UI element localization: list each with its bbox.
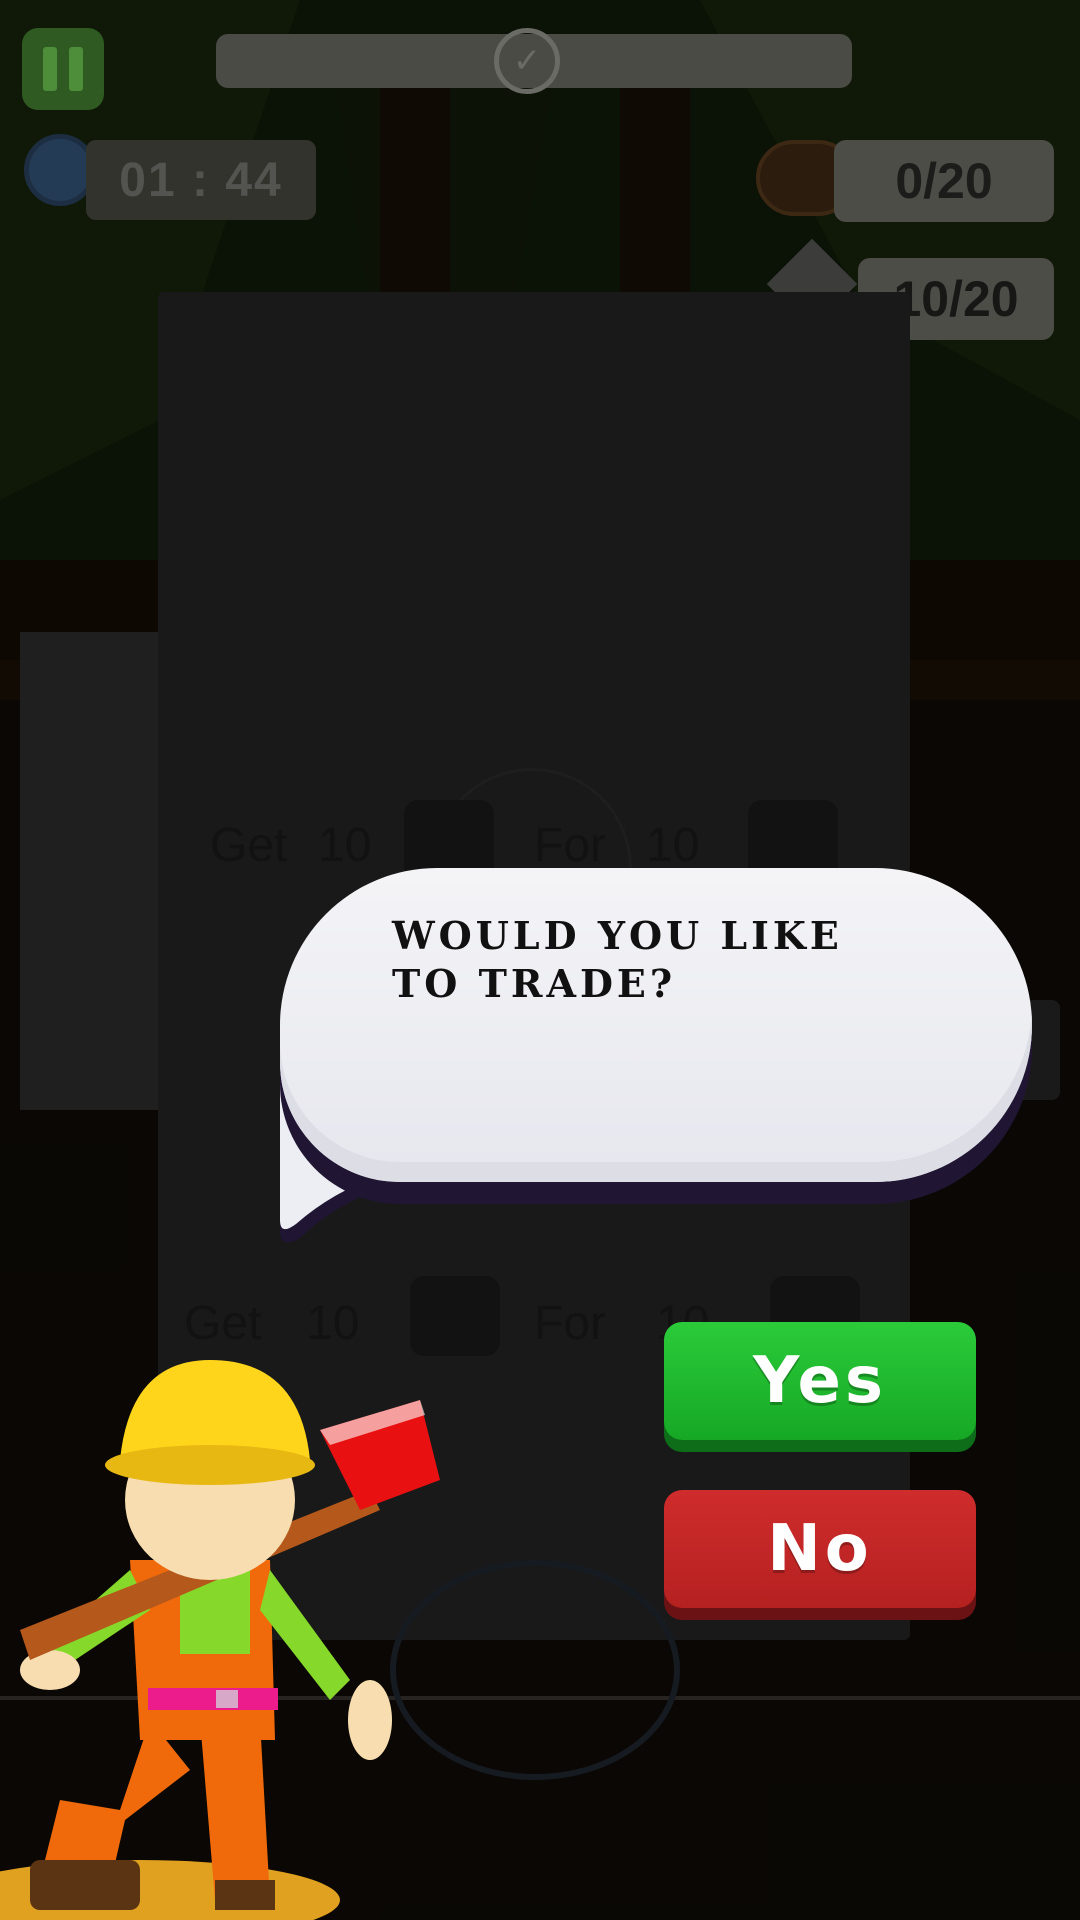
- yes-button[interactable]: Yes: [664, 1322, 976, 1440]
- offer-for-label: For: [534, 819, 606, 872]
- side-card: [20, 632, 162, 1110]
- game-scene: ✓ 01 : 44 0/20 10/20 Get 10 For 10 Get 1…: [0, 0, 1080, 1920]
- wood-counter: 0/20: [834, 140, 1054, 222]
- timer-display: 01 : 44: [86, 140, 316, 220]
- pause-icon: [43, 47, 57, 91]
- lumberjack-character: [0, 1360, 440, 1920]
- no-button[interactable]: No: [664, 1490, 976, 1608]
- offer-get-label: Get: [210, 819, 288, 872]
- trade-question: WOULD YOU LIKE TO TRADE?: [392, 913, 843, 1006]
- checkmark-icon: ✓: [494, 28, 560, 94]
- pause-button[interactable]: [22, 28, 104, 110]
- offer-for-label: For: [534, 1297, 606, 1350]
- offer-for-amount: 10: [646, 819, 700, 872]
- offer-get-amount: 10: [318, 819, 372, 872]
